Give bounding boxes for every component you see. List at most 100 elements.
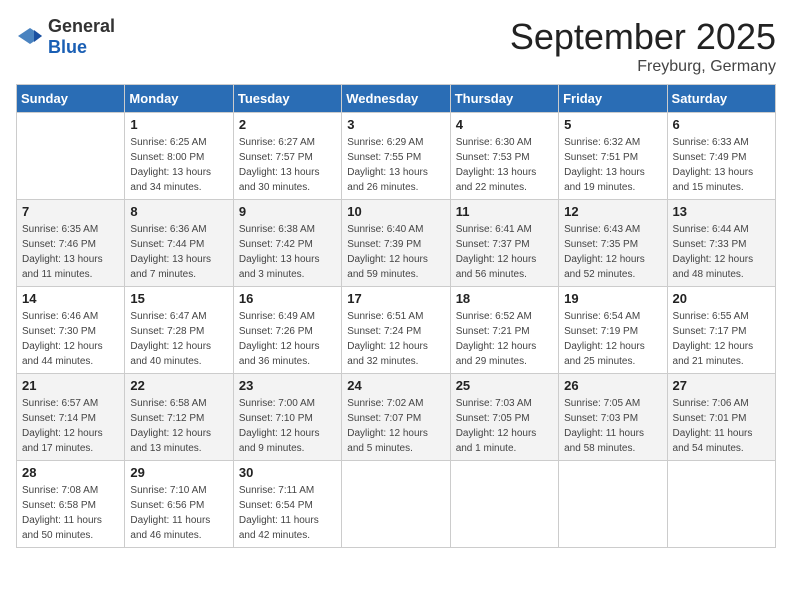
calendar-cell: 4 Sunrise: 6:30 AMSunset: 7:53 PMDaylight… bbox=[450, 113, 558, 200]
month-title: September 2025 bbox=[510, 16, 776, 58]
calendar-cell: 23Sunrise: 7:00 AMSunset: 7:10 PMDayligh… bbox=[233, 374, 341, 461]
day-info: Sunrise: 7:05 AMSunset: 7:03 PMDaylight:… bbox=[564, 396, 661, 456]
day-number: 6 bbox=[673, 117, 770, 132]
day-number: 27 bbox=[673, 378, 770, 393]
calendar-cell: 3 Sunrise: 6:29 AMSunset: 7:55 PMDaylight… bbox=[342, 113, 450, 200]
day-info: Sunrise: 6:46 AMSunset: 7:30 PMDaylight:… bbox=[22, 309, 119, 369]
day-info: Sunrise: 6:30 AMSunset: 7:53 PMDaylight:… bbox=[456, 135, 553, 195]
day-info: Sunrise: 6:58 AMSunset: 7:12 PMDaylight:… bbox=[130, 396, 227, 456]
day-number: 1 bbox=[130, 117, 227, 132]
day-info: Sunrise: 6:27 AMSunset: 7:57 PMDaylight:… bbox=[239, 135, 336, 195]
day-info: Sunrise: 6:36 AMSunset: 7:44 PMDaylight:… bbox=[130, 222, 227, 282]
logo: General Blue bbox=[16, 16, 115, 58]
header-friday: Friday bbox=[559, 85, 667, 113]
day-number: 5 bbox=[564, 117, 661, 132]
day-number: 7 bbox=[22, 204, 119, 219]
day-info: Sunrise: 6:54 AMSunset: 7:19 PMDaylight:… bbox=[564, 309, 661, 369]
day-info: Sunrise: 7:03 AMSunset: 7:05 PMDaylight:… bbox=[456, 396, 553, 456]
day-info: Sunrise: 6:32 AMSunset: 7:51 PMDaylight:… bbox=[564, 135, 661, 195]
calendar-table: SundayMondayTuesdayWednesdayThursdayFrid… bbox=[16, 84, 776, 548]
header-monday: Monday bbox=[125, 85, 233, 113]
calendar-cell bbox=[667, 461, 775, 548]
calendar-cell: 21Sunrise: 6:57 AMSunset: 7:14 PMDayligh… bbox=[17, 374, 125, 461]
logo-text: General Blue bbox=[48, 16, 115, 58]
calendar-cell: 9 Sunrise: 6:38 AMSunset: 7:42 PMDaylight… bbox=[233, 200, 341, 287]
day-number: 12 bbox=[564, 204, 661, 219]
calendar-cell: 1 Sunrise: 6:25 AMSunset: 8:00 PMDaylight… bbox=[125, 113, 233, 200]
calendar-cell: 24 Sunrise: 7:02 AMSunset: 7:07 PMDayligh… bbox=[342, 374, 450, 461]
calendar-cell: 29 Sunrise: 7:10 AMSunset: 6:56 PMDayligh… bbox=[125, 461, 233, 548]
day-info: Sunrise: 6:52 AMSunset: 7:21 PMDaylight:… bbox=[456, 309, 553, 369]
day-info: Sunrise: 7:02 AMSunset: 7:07 PMDaylight:… bbox=[347, 396, 444, 456]
day-info: Sunrise: 7:08 AMSunset: 6:58 PMDaylight:… bbox=[22, 483, 119, 543]
day-info: Sunrise: 7:11 AMSunset: 6:54 PMDaylight:… bbox=[239, 483, 336, 543]
day-number: 13 bbox=[673, 204, 770, 219]
calendar-header-row: SundayMondayTuesdayWednesdayThursdayFrid… bbox=[17, 85, 776, 113]
day-number: 2 bbox=[239, 117, 336, 132]
calendar-cell: 11 Sunrise: 6:41 AMSunset: 7:37 PMDayligh… bbox=[450, 200, 558, 287]
day-number: 4 bbox=[456, 117, 553, 132]
day-info: Sunrise: 6:29 AMSunset: 7:55 PMDaylight:… bbox=[347, 135, 444, 195]
day-info: Sunrise: 6:41 AMSunset: 7:37 PMDaylight:… bbox=[456, 222, 553, 282]
week-row-2: 14 Sunrise: 6:46 AMSunset: 7:30 PMDayligh… bbox=[17, 287, 776, 374]
header-tuesday: Tuesday bbox=[233, 85, 341, 113]
header: General Blue September 2025 Freyburg, Ge… bbox=[16, 16, 776, 76]
day-number: 30 bbox=[239, 465, 336, 480]
day-info: Sunrise: 7:00 AMSunset: 7:10 PMDaylight:… bbox=[239, 396, 336, 456]
day-number: 16 bbox=[239, 291, 336, 306]
day-number: 25 bbox=[456, 378, 553, 393]
day-number: 29 bbox=[130, 465, 227, 480]
calendar-cell bbox=[450, 461, 558, 548]
calendar-cell: 22 Sunrise: 6:58 AMSunset: 7:12 PMDayligh… bbox=[125, 374, 233, 461]
day-number: 20 bbox=[673, 291, 770, 306]
calendar-cell: 15 Sunrise: 6:47 AMSunset: 7:28 PMDayligh… bbox=[125, 287, 233, 374]
day-number: 26 bbox=[564, 378, 661, 393]
day-info: Sunrise: 6:51 AMSunset: 7:24 PMDaylight:… bbox=[347, 309, 444, 369]
day-number: 8 bbox=[130, 204, 227, 219]
day-info: Sunrise: 7:06 AMSunset: 7:01 PMDaylight:… bbox=[673, 396, 770, 456]
day-info: Sunrise: 7:10 AMSunset: 6:56 PMDaylight:… bbox=[130, 483, 227, 543]
calendar-cell: 28 Sunrise: 7:08 AMSunset: 6:58 PMDayligh… bbox=[17, 461, 125, 548]
day-info: Sunrise: 6:25 AMSunset: 8:00 PMDaylight:… bbox=[130, 135, 227, 195]
day-info: Sunrise: 6:57 AMSunset: 7:14 PMDaylight:… bbox=[22, 396, 119, 456]
logo-general: General bbox=[48, 16, 115, 36]
day-info: Sunrise: 6:38 AMSunset: 7:42 PMDaylight:… bbox=[239, 222, 336, 282]
header-saturday: Saturday bbox=[667, 85, 775, 113]
day-info: Sunrise: 6:35 AMSunset: 7:46 PMDaylight:… bbox=[22, 222, 119, 282]
location-title: Freyburg, Germany bbox=[510, 58, 776, 76]
calendar-cell: 25 Sunrise: 7:03 AMSunset: 7:05 PMDayligh… bbox=[450, 374, 558, 461]
calendar-cell bbox=[559, 461, 667, 548]
day-number: 10 bbox=[347, 204, 444, 219]
day-number: 24 bbox=[347, 378, 444, 393]
day-number: 28 bbox=[22, 465, 119, 480]
day-number: 22 bbox=[130, 378, 227, 393]
week-row-1: 7 Sunrise: 6:35 AMSunset: 7:46 PMDaylight… bbox=[17, 200, 776, 287]
logo-icon bbox=[16, 26, 44, 48]
day-number: 15 bbox=[130, 291, 227, 306]
day-number: 17 bbox=[347, 291, 444, 306]
calendar-cell: 19 Sunrise: 6:54 AMSunset: 7:19 PMDayligh… bbox=[559, 287, 667, 374]
day-info: Sunrise: 6:33 AMSunset: 7:49 PMDaylight:… bbox=[673, 135, 770, 195]
header-thursday: Thursday bbox=[450, 85, 558, 113]
calendar-cell: 5 Sunrise: 6:32 AMSunset: 7:51 PMDaylight… bbox=[559, 113, 667, 200]
day-info: Sunrise: 6:43 AMSunset: 7:35 PMDaylight:… bbox=[564, 222, 661, 282]
calendar-cell: 30 Sunrise: 7:11 AMSunset: 6:54 PMDayligh… bbox=[233, 461, 341, 548]
day-number: 19 bbox=[564, 291, 661, 306]
day-number: 3 bbox=[347, 117, 444, 132]
day-number: 11 bbox=[456, 204, 553, 219]
calendar-cell: 20 Sunrise: 6:55 AMSunset: 7:17 PMDayligh… bbox=[667, 287, 775, 374]
day-info: Sunrise: 6:47 AMSunset: 7:28 PMDaylight:… bbox=[130, 309, 227, 369]
day-info: Sunrise: 6:55 AMSunset: 7:17 PMDaylight:… bbox=[673, 309, 770, 369]
day-number: 9 bbox=[239, 204, 336, 219]
calendar-cell: 13Sunrise: 6:44 AMSunset: 7:33 PMDayligh… bbox=[667, 200, 775, 287]
week-row-4: 28 Sunrise: 7:08 AMSunset: 6:58 PMDayligh… bbox=[17, 461, 776, 548]
day-info: Sunrise: 6:49 AMSunset: 7:26 PMDaylight:… bbox=[239, 309, 336, 369]
day-number: 14 bbox=[22, 291, 119, 306]
calendar-cell: 18Sunrise: 6:52 AMSunset: 7:21 PMDayligh… bbox=[450, 287, 558, 374]
calendar-cell: 16 Sunrise: 6:49 AMSunset: 7:26 PMDayligh… bbox=[233, 287, 341, 374]
header-wednesday: Wednesday bbox=[342, 85, 450, 113]
calendar-cell: 14 Sunrise: 6:46 AMSunset: 7:30 PMDayligh… bbox=[17, 287, 125, 374]
calendar-cell bbox=[342, 461, 450, 548]
week-row-0: 1 Sunrise: 6:25 AMSunset: 8:00 PMDaylight… bbox=[17, 113, 776, 200]
title-area: September 2025 Freyburg, Germany bbox=[510, 16, 776, 76]
